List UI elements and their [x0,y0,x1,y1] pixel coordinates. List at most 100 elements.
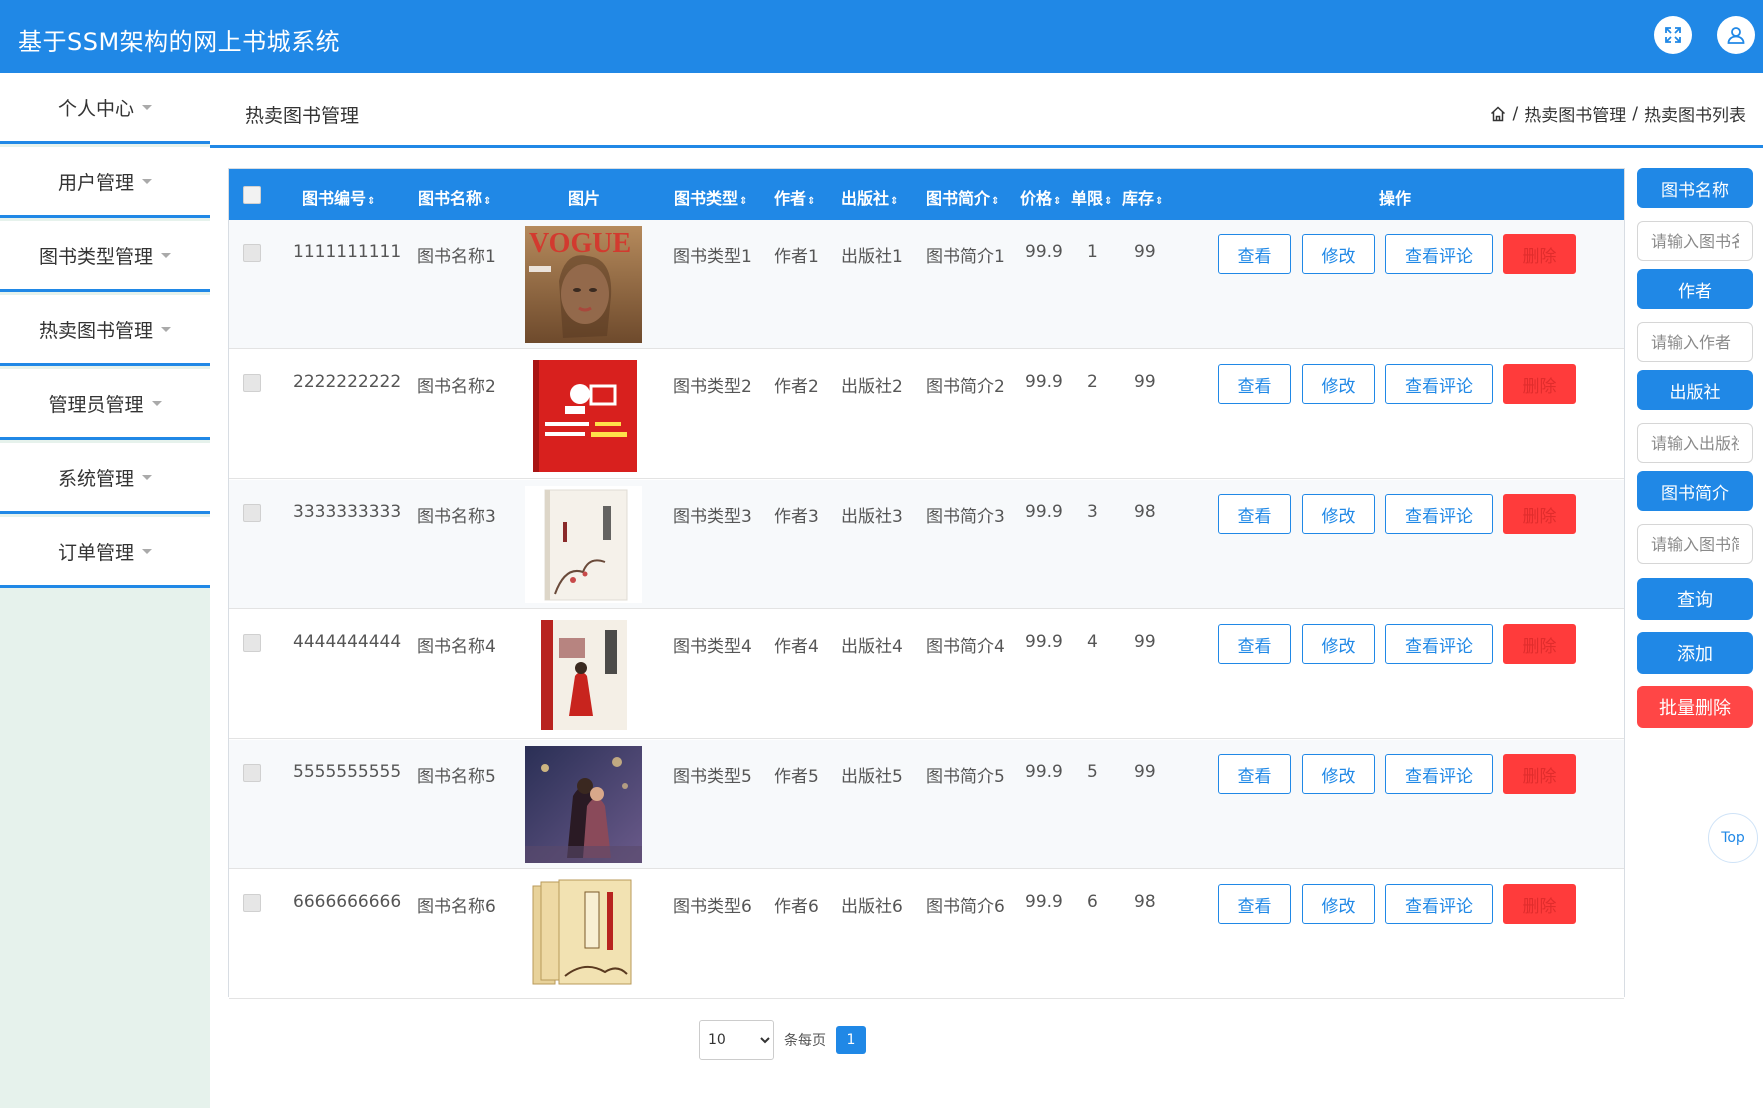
sidebar-item-label: 热卖图书管理 [38,319,153,342]
delete-button[interactable]: 删除 [1503,884,1576,924]
column-header-type[interactable]: 图书类型⇕ [674,185,747,209]
sidebar-item-admin-management[interactable]: 管理员管理 [0,369,210,440]
cell-stock: 99 [1134,762,1156,782]
cell-limit: 3 [1087,502,1098,522]
book-name-label: 图书名称 [1637,168,1753,208]
cell-type: 图书类型1 [673,247,752,267]
publisher-label: 出版社 [1637,370,1753,410]
edit-button[interactable]: 修改 [1302,624,1375,664]
cell-limit: 5 [1087,762,1098,782]
table-row: 5555555555 图书名称5 图书类型5 作者5 出版社5 图书简介5 99… [229,740,1624,869]
sort-icon: ⇕ [1104,196,1113,207]
column-header-author[interactable]: 作者⇕ [774,185,815,209]
sidebar-item-personal-center[interactable]: 个人中心 [0,73,210,144]
sidebar-item-book-type-management[interactable]: 图书类型管理 [0,221,210,292]
add-button[interactable]: 添加 [1637,632,1753,674]
cell-price: 99.9 [1025,372,1063,392]
row-checkbox[interactable] [243,894,261,912]
cell-type: 图书类型3 [673,507,752,527]
delete-button[interactable]: 删除 [1503,624,1576,664]
home-icon[interactable] [1489,105,1507,123]
sidebar-item-user-management[interactable]: 用户管理 [0,147,210,218]
cell-intro: 图书简介1 [926,247,1005,267]
view-comments-button[interactable]: 查看评论 [1385,884,1493,924]
view-comments-button[interactable]: 查看评论 [1385,364,1493,404]
cell-stock: 99 [1134,632,1156,652]
row-checkbox[interactable] [243,634,261,652]
user-button[interactable] [1717,16,1755,54]
back-to-top-button[interactable]: Top [1708,813,1758,863]
delete-button[interactable]: 删除 [1503,754,1576,794]
edit-button[interactable]: 修改 [1302,234,1375,274]
view-button[interactable]: 查看 [1218,364,1291,404]
book-name-input[interactable] [1637,221,1753,261]
delete-button[interactable]: 删除 [1503,364,1576,404]
cell-intro: 图书简介3 [926,507,1005,527]
app-title: 基于SSM架构的网上书城系统 [18,28,341,56]
edit-button[interactable]: 修改 [1302,884,1375,924]
edit-button[interactable]: 修改 [1302,364,1375,404]
sort-icon: ⇕ [1053,196,1062,207]
view-comments-button[interactable]: 查看评论 [1385,234,1493,274]
cell-intro: 图书简介6 [926,897,1005,917]
view-button[interactable]: 查看 [1218,234,1291,274]
row-checkbox[interactable] [243,244,261,262]
sidebar-item-hot-book-management[interactable]: 热卖图书管理 [0,295,210,366]
cell-name: 图书名称6 [417,897,496,917]
chevron-down-icon [161,252,171,258]
breadcrumb-item[interactable]: 热卖图书管理 [1524,101,1626,126]
cell-publisher: 出版社5 [841,767,903,787]
chevron-down-icon [142,104,152,110]
row-checkbox[interactable] [243,504,261,522]
column-header-image: 图片 [568,189,601,208]
cell-publisher: 出版社6 [841,897,903,917]
column-header-publisher[interactable]: 出版社⇕ [841,185,898,209]
cell-price: 99.9 [1025,502,1063,522]
cell-stock: 99 [1134,242,1156,262]
author-input[interactable] [1637,322,1753,362]
view-comments-button[interactable]: 查看评论 [1385,624,1493,664]
column-header-stock[interactable]: 库存⇕ [1122,185,1163,209]
column-header-intro[interactable]: 图书简介⇕ [926,185,999,209]
book-cover-image [525,876,642,993]
cell-stock: 98 [1134,502,1156,522]
page-number-current[interactable]: 1 [836,1026,866,1054]
book-intro-input[interactable] [1637,524,1753,564]
cell-price: 99.9 [1025,892,1063,912]
fullscreen-button[interactable] [1654,16,1692,54]
publisher-input[interactable] [1637,423,1753,463]
column-header-limit[interactable]: 单限⇕ [1071,185,1112,209]
breadcrumb-separator: / [1632,103,1638,124]
view-button[interactable]: 查看 [1218,494,1291,534]
edit-button[interactable]: 修改 [1302,494,1375,534]
cell-name: 图书名称5 [417,767,496,787]
row-checkbox[interactable] [243,764,261,782]
cell-price: 99.9 [1025,242,1063,262]
cell-intro: 图书简介2 [926,377,1005,397]
cell-publisher: 出版社1 [841,247,903,267]
table-header: 图书编号⇕ 图书名称⇕ 图片 图书类型⇕ 作者⇕ 出版社⇕ 图书简介⇕ 价格⇕ … [229,169,1624,220]
edit-button[interactable]: 修改 [1302,754,1375,794]
column-header-code[interactable]: 图书编号⇕ [302,185,375,209]
view-button[interactable]: 查看 [1218,624,1291,664]
view-comments-button[interactable]: 查看评论 [1385,494,1493,534]
query-button[interactable]: 查询 [1637,578,1753,620]
cell-author: 作者2 [774,377,819,397]
delete-button[interactable]: 删除 [1503,494,1576,534]
view-comments-button[interactable]: 查看评论 [1385,754,1493,794]
select-all-checkbox[interactable] [243,186,261,204]
batch-delete-button[interactable]: 批量删除 [1637,686,1753,728]
page-size-select[interactable]: 10 20 50 100 [699,1020,774,1060]
cell-type: 图书类型6 [673,897,752,917]
view-button[interactable]: 查看 [1218,884,1291,924]
breadcrumb: / 热卖图书管理 / 热卖图书列表 [1489,101,1746,126]
column-header-name[interactable]: 图书名称⇕ [418,185,491,209]
chevron-down-icon [142,548,152,554]
sidebar-item-order-management[interactable]: 订单管理 [0,517,210,588]
sidebar-item-label: 管理员管理 [48,393,144,416]
row-checkbox[interactable] [243,374,261,392]
view-button[interactable]: 查看 [1218,754,1291,794]
sidebar-item-system-management[interactable]: 系统管理 [0,443,210,514]
delete-button[interactable]: 删除 [1503,234,1576,274]
column-header-price[interactable]: 价格⇕ [1020,185,1061,209]
